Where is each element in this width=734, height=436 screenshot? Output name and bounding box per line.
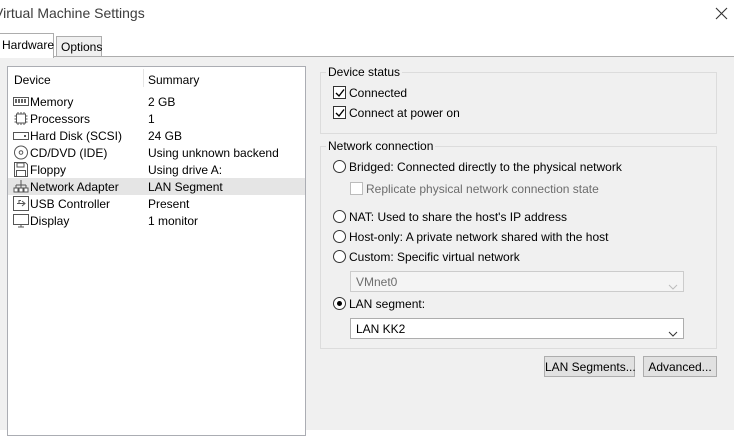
device-name: Network Adapter: [30, 180, 119, 194]
device-name: Processors: [30, 112, 91, 126]
processor-icon: [13, 111, 29, 126]
advanced-button[interactable]: Advanced...: [643, 356, 717, 377]
title-bar: Virtual Machine Settings: [0, 0, 734, 30]
tab-hardware[interactable]: Hardware: [0, 33, 54, 58]
replicate-label: Replicate physical network connection st…: [366, 182, 599, 196]
column-header-device[interactable]: Device: [14, 73, 51, 87]
device-summary: Using drive A:: [148, 163, 223, 177]
network-connection-group: Network connection Bridged: Connected di…: [320, 139, 717, 349]
column-divider[interactable]: [143, 69, 144, 87]
vmnet-select[interactable]: VMnet0: [350, 271, 684, 292]
nat-radio-button[interactable]: [333, 210, 346, 223]
lan-segment-radio-button[interactable]: [333, 297, 346, 310]
device-row-hard-disk[interactable]: Hard Disk (SCSI) 24 GB: [8, 127, 305, 144]
lan-segment-select[interactable]: LAN KK2: [350, 318, 684, 339]
device-summary: Present: [148, 197, 190, 211]
device-name: USB Controller: [30, 197, 111, 211]
memory-icon: [13, 94, 29, 109]
chevron-down-icon: [668, 326, 678, 340]
device-status-legend: Device status: [326, 65, 403, 79]
tab-strip: Hardware Options: [0, 33, 734, 58]
lan-segments-button[interactable]: LAN Segments...: [544, 356, 636, 377]
tab-options[interactable]: Options: [56, 36, 102, 57]
device-row-usb-controller[interactable]: USB Controller Present: [8, 195, 305, 212]
cd-dvd-icon: [13, 145, 29, 160]
bridged-radio-button[interactable]: [333, 160, 346, 173]
connect-at-power-on-check-box[interactable]: [333, 106, 346, 119]
chevron-down-icon: [668, 279, 678, 293]
device-summary: 1 monitor: [148, 214, 199, 228]
window-title: Virtual Machine Settings: [0, 5, 145, 21]
device-summary: LAN Segment: [148, 180, 223, 194]
replicate-check-box[interactable]: [350, 182, 363, 195]
network-connection-legend: Network connection: [326, 139, 436, 153]
device-list[interactable]: Device Summary Memory 2 GB Processors 1 …: [7, 66, 306, 436]
connected-label: Connected: [349, 86, 408, 100]
device-summary: 24 GB: [148, 129, 183, 143]
usb-icon: [13, 196, 29, 211]
vmnet-value: VMnet0: [356, 275, 398, 289]
device-row-display[interactable]: Display 1 monitor: [8, 212, 305, 229]
device-row-floppy[interactable]: Floppy Using drive A:: [8, 161, 305, 178]
device-row-processors[interactable]: Processors 1: [8, 110, 305, 127]
device-summary: 2 GB: [148, 95, 176, 109]
device-row-cd-dvd[interactable]: CD/DVD (IDE) Using unknown backend: [8, 144, 305, 161]
nat-label: NAT: Used to share the host's IP address: [349, 210, 567, 224]
device-summary: Using unknown backend: [148, 146, 279, 160]
device-list-header: Device Summary: [8, 67, 305, 89]
connected-check-box[interactable]: [333, 86, 346, 99]
device-name: Floppy: [30, 163, 67, 177]
device-name: Memory: [30, 95, 74, 109]
device-status-group: Device status Connected Connect at power…: [320, 65, 717, 134]
hard-disk-icon: [13, 128, 29, 143]
hardware-panel: Device Summary Memory 2 GB Processors 1 …: [0, 56, 734, 436]
device-row-network-adapter[interactable]: Network Adapter LAN Segment: [8, 178, 305, 195]
close-icon[interactable]: [712, 4, 732, 24]
lan-segment-label: LAN segment:: [349, 297, 426, 311]
device-name: Hard Disk (SCSI): [30, 129, 123, 143]
floppy-icon: [13, 162, 29, 177]
device-name: Display: [30, 214, 70, 228]
device-row-memory[interactable]: Memory 2 GB: [8, 93, 305, 110]
device-name: CD/DVD (IDE): [30, 146, 108, 160]
custom-label: Custom: Specific virtual network: [349, 250, 520, 264]
host-only-radio-button[interactable]: [333, 230, 346, 243]
lan-segment-value: LAN KK2: [356, 322, 406, 336]
custom-radio-button[interactable]: [333, 250, 346, 263]
column-header-summary[interactable]: Summary: [148, 73, 199, 87]
device-summary: 1: [148, 112, 155, 126]
display-icon: [13, 213, 29, 228]
bridged-label: Bridged: Connected directly to the physi…: [349, 160, 622, 174]
host-only-label: Host-only: A private network shared with…: [349, 230, 609, 244]
network-adapter-icon: [13, 179, 29, 194]
connect-at-power-on-label: Connect at power on: [349, 106, 460, 120]
